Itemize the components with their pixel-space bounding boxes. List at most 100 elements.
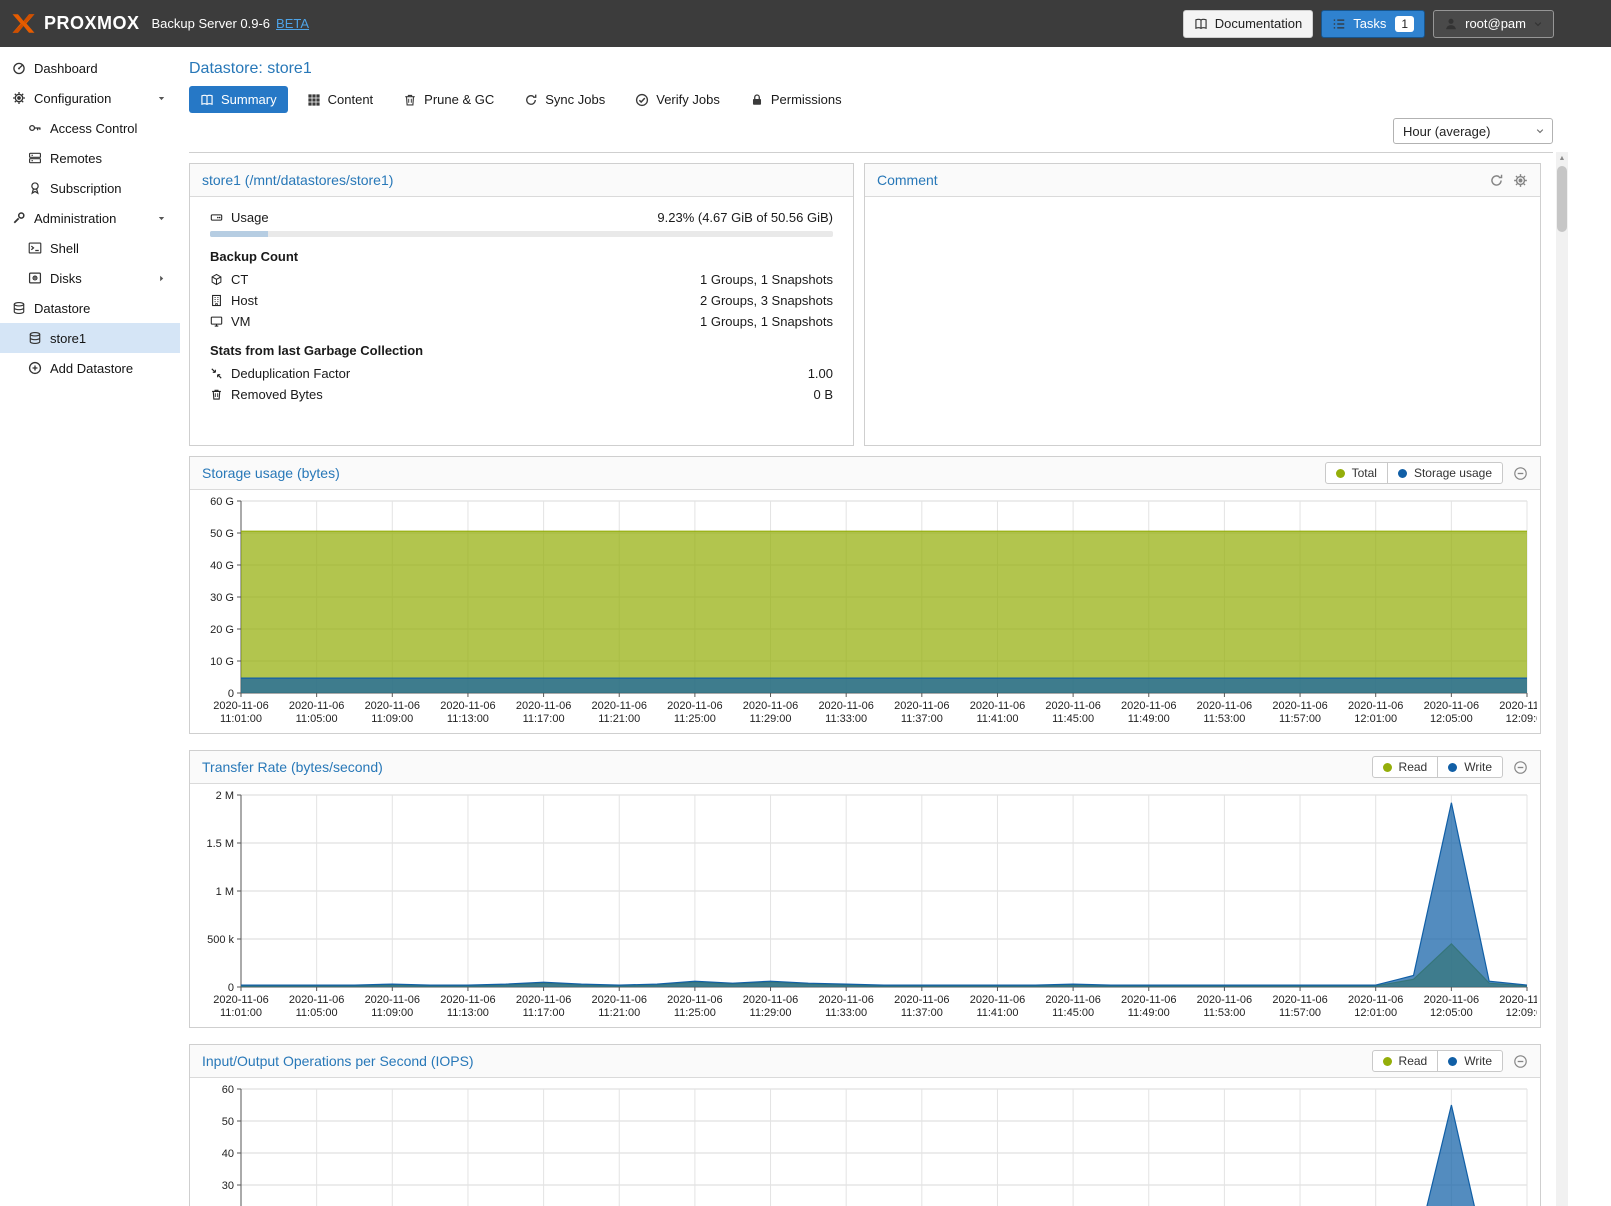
sidebar-item-label: Dashboard <box>34 61 98 76</box>
svg-text:11:33:00: 11:33:00 <box>825 1007 867 1019</box>
usage-progress-fill <box>210 231 268 237</box>
sidebar-item-label: Remotes <box>50 151 102 166</box>
legend-label: Read <box>1399 760 1428 774</box>
tab-label: Sync Jobs <box>545 92 605 107</box>
comment-header: Comment <box>865 164 1540 197</box>
tab-content[interactable]: Content <box>296 86 385 113</box>
svg-text:2020-11-06: 2020-11-06 <box>1499 994 1537 1006</box>
chart-panel-iops: Input/Output Operations per Second (IOPS… <box>189 1044 1541 1206</box>
svg-text:2020-11-06: 2020-11-06 <box>1499 700 1537 712</box>
collapse-icon[interactable] <box>1513 760 1528 775</box>
svg-text:11:57:00: 11:57:00 <box>1279 1007 1321 1019</box>
usage-label: Usage <box>231 210 269 225</box>
sidebar-item-configuration[interactable]: Configuration <box>0 83 180 113</box>
legend-label: Read <box>1399 1054 1428 1068</box>
svg-text:2020-11-06: 2020-11-06 <box>592 700 647 712</box>
svg-text:11:53:00: 11:53:00 <box>1203 713 1245 725</box>
legend-storage-usage[interactable]: Storage usage <box>1387 462 1503 484</box>
gear-icon[interactable] <box>1513 173 1528 188</box>
sidebar-item-datastore[interactable]: Datastore <box>0 293 180 323</box>
chart-title: Transfer Rate (bytes/second) <box>202 759 383 775</box>
check-icon <box>635 93 649 107</box>
svg-text:30 G: 30 G <box>210 592 234 604</box>
datastore-summary-body: Usage9.23% (4.67 GiB of 50.56 GiB)Backup… <box>190 197 853 418</box>
svg-text:10 G: 10 G <box>210 656 234 668</box>
svg-text:20 G: 20 G <box>210 624 234 636</box>
svg-text:0: 0 <box>228 688 234 700</box>
scroll-up-arrow-icon[interactable]: ▲ <box>1556 152 1568 165</box>
svg-text:2020-11-06: 2020-11-06 <box>894 994 949 1006</box>
sidebar-item-administration[interactable]: Administration <box>0 203 180 233</box>
sidebar-item-subscription[interactable]: Subscription <box>0 173 180 203</box>
timeframe-select[interactable]: Hour (average) <box>1393 118 1553 144</box>
collapse-icon[interactable] <box>1513 1054 1528 1069</box>
vertical-scrollbar[interactable]: ▲ <box>1556 152 1568 1206</box>
svg-text:2020-11-06: 2020-11-06 <box>1272 994 1327 1006</box>
refresh-icon[interactable] <box>1489 173 1504 188</box>
sidebar-item-store1[interactable]: store1 <box>0 323 180 353</box>
beta-link[interactable]: BETA <box>276 16 309 31</box>
chart-body: 0500 k1 M1.5 M2 M2020-11-0611:01:002020-… <box>190 784 1540 1027</box>
comment-content[interactable] <box>865 197 1540 445</box>
legend-read[interactable]: Read <box>1372 1050 1439 1072</box>
svg-text:2020-11-06: 2020-11-06 <box>1197 700 1252 712</box>
sidebar-item-shell[interactable]: Shell <box>0 233 180 263</box>
svg-text:11:49:00: 11:49:00 <box>1128 1007 1170 1019</box>
svg-text:11:01:00: 11:01:00 <box>220 713 262 725</box>
svg-text:11:41:00: 11:41:00 <box>976 713 1018 725</box>
sync-icon <box>524 93 538 107</box>
legend-write[interactable]: Write <box>1437 1050 1503 1072</box>
sidebar-item-label: Administration <box>34 211 116 226</box>
scrollbar-thumb[interactable] <box>1557 166 1567 232</box>
legend-total[interactable]: Total <box>1325 462 1388 484</box>
chart-title: Input/Output Operations per Second (IOPS… <box>202 1053 474 1069</box>
legend-dot <box>1383 763 1392 772</box>
sidebar-item-dashboard[interactable]: Dashboard <box>0 53 180 83</box>
svg-text:2020-11-06: 2020-11-06 <box>213 994 268 1006</box>
removed-bytes-row: Removed Bytes0 B <box>210 385 833 404</box>
tab-summary[interactable]: Summary <box>189 86 288 113</box>
legend-label: Storage usage <box>1414 466 1492 480</box>
row-label: Host <box>231 293 258 308</box>
sidebar-item-disks[interactable]: Disks <box>0 263 180 293</box>
row-label: VM <box>231 314 251 329</box>
book-icon <box>1194 17 1208 31</box>
svg-text:60 G: 60 G <box>210 496 234 508</box>
datastore-summary-header: store1 (/mnt/datastores/store1) <box>190 164 853 197</box>
comment-panel: Comment <box>864 163 1541 446</box>
tasks-button[interactable]: Tasks 1 <box>1321 10 1425 38</box>
tab-prune-gc[interactable]: Prune & GC <box>392 86 505 113</box>
caret-right-icon[interactable] <box>157 274 166 283</box>
sidebar-item-add-datastore[interactable]: Add Datastore <box>0 353 180 383</box>
tab-permissions[interactable]: Permissions <box>739 86 853 113</box>
tab-label: Content <box>328 92 374 107</box>
svg-text:11:49:00: 11:49:00 <box>1128 713 1170 725</box>
tab-label: Summary <box>221 92 277 107</box>
user-menu-button[interactable]: root@pam <box>1433 10 1554 38</box>
svg-text:2020-11-06: 2020-11-06 <box>818 700 873 712</box>
svg-text:2020-11-06: 2020-11-06 <box>213 700 268 712</box>
collapse-icon[interactable] <box>1513 466 1528 481</box>
tab-verify-jobs[interactable]: Verify Jobs <box>624 86 731 113</box>
tab-label: Verify Jobs <box>656 92 720 107</box>
tab-sync-jobs[interactable]: Sync Jobs <box>513 86 616 113</box>
legend-read[interactable]: Read <box>1372 756 1439 778</box>
documentation-label: Documentation <box>1215 16 1302 31</box>
caret-down-icon[interactable] <box>157 94 166 103</box>
caret-down-icon[interactable] <box>157 214 166 223</box>
svg-text:2020-11-06: 2020-11-06 <box>1348 994 1403 1006</box>
chart-iops: 01020304050602020-11-0611:01:002020-11-0… <box>193 1081 1537 1206</box>
row-value: 1.00 <box>808 366 833 381</box>
sidebar-item-remotes[interactable]: Remotes <box>0 143 180 173</box>
grid-icon <box>307 93 321 107</box>
tasks-label: Tasks <box>1353 16 1386 31</box>
panel-title: Comment <box>877 172 938 188</box>
legend-dot <box>1398 469 1407 478</box>
svg-text:2020-11-06: 2020-11-06 <box>289 994 344 1006</box>
svg-text:500 k: 500 k <box>207 934 234 946</box>
svg-text:2020-11-06: 2020-11-06 <box>818 994 873 1006</box>
chart-legend: Read Write <box>1372 1050 1503 1072</box>
legend-write[interactable]: Write <box>1437 756 1503 778</box>
sidebar-item-access-control[interactable]: Access Control <box>0 113 180 143</box>
documentation-button[interactable]: Documentation <box>1183 10 1313 38</box>
